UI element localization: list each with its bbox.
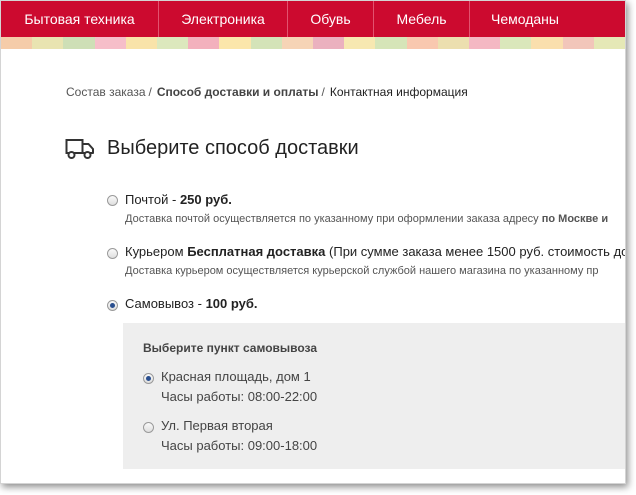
pickup-point-1-address[interactable]: Красная площадь, дом 1 <box>161 369 311 384</box>
stripe-segment <box>63 37 95 49</box>
stripe-segment <box>531 37 563 49</box>
option-name: Почтой <box>125 192 169 207</box>
delivery-pickup-radio[interactable] <box>107 300 118 311</box>
breadcrumb-step-contacts: Контактная информация <box>329 85 468 99</box>
section-header: Выберите способ доставки <box>65 137 359 160</box>
pickup-point-1-radio[interactable] <box>143 373 154 384</box>
delivery-post-description: Доставка почтой осуществляется по указан… <box>125 213 608 225</box>
option-name: Курьером <box>125 244 184 259</box>
stripe-segment <box>219 37 251 49</box>
breadcrumb-separator: / <box>321 85 325 99</box>
nav-item-appliances[interactable]: Бытовая техника <box>1 1 159 37</box>
delivery-pickup-label[interactable]: Самовывоз - 100 руб. <box>125 296 258 311</box>
stripe-segment <box>437 37 470 49</box>
top-navigation: Бытовая техника Электроника Обувь Мебель… <box>1 1 625 37</box>
stripe-segment <box>469 37 501 49</box>
pickup-point-1-hours: Часы работы: 08:00-22:00 <box>161 389 318 404</box>
breadcrumb-step-cart[interactable]: Состав заказа <box>66 85 146 99</box>
option-dash: - <box>194 296 206 311</box>
delivery-courier-radio[interactable] <box>107 248 118 259</box>
nav-item-furniture[interactable]: Мебель <box>374 1 470 37</box>
pickup-point-2-hours: Часы работы: 09:00-18:00 <box>161 438 318 453</box>
stripe-segment <box>375 37 407 49</box>
delivery-courier-label[interactable]: Курьером Бесплатная доставка (При сумме … <box>125 244 626 259</box>
nav-item-shoes[interactable]: Обувь <box>288 1 374 37</box>
stripe-segment <box>250 37 282 49</box>
option-price: 250 руб. <box>179 192 232 207</box>
nav-item-electronics[interactable]: Электроника <box>159 1 288 37</box>
stripe-segment <box>406 37 438 49</box>
delivery-courier-description: Доставка курьером осуществляется курьерс… <box>125 265 599 277</box>
stripe-segment <box>157 37 189 49</box>
breadcrumb-step-delivery[interactable]: Способ доставки и оплаты <box>157 85 319 99</box>
pickup-point-2-address[interactable]: Ул. Первая вторая <box>161 418 273 433</box>
stripe-segment <box>344 37 376 49</box>
stripe-segment <box>125 37 158 49</box>
delivery-post-label[interactable]: Почтой - 250 руб. <box>125 192 232 207</box>
stripe-segment <box>188 37 220 49</box>
nav-item-suitcases[interactable]: Чемоданы <box>470 1 580 37</box>
stripe-segment <box>1 37 33 49</box>
stripe-segment <box>32 37 64 49</box>
pickup-point-2-radio[interactable] <box>143 422 154 433</box>
page-title: Выберите способ доставки <box>107 137 359 159</box>
pickup-panel-title: Выберите пункт самовывоза <box>143 341 318 355</box>
option-dash: - <box>168 192 180 207</box>
breadcrumb: Состав заказа / Способ доставки и оплаты / К… <box>66 85 468 99</box>
truck-icon <box>65 138 94 159</box>
option-name: Самовывоз <box>125 296 194 311</box>
stripe-segment <box>562 37 594 49</box>
description-text: Доставка почтой осуществляется по указан… <box>125 213 539 225</box>
breadcrumb-separator: / <box>148 85 152 99</box>
option-note: (При сумме заказа менее 1500 руб. стоимо… <box>329 244 626 259</box>
decorative-color-stripe <box>1 37 625 49</box>
stripe-segment <box>313 37 345 49</box>
option-price: 100 руб. <box>205 296 258 311</box>
option-price: Бесплатная доставка <box>187 244 326 259</box>
delivery-post-radio[interactable] <box>107 195 118 206</box>
stripe-segment <box>593 37 625 49</box>
stripe-segment <box>94 37 126 49</box>
description-bold-text: по Москве и <box>541 213 609 225</box>
page-frame: Бытовая техника Электроника Обувь Мебель… <box>0 0 626 484</box>
stripe-segment <box>281 37 314 49</box>
stripe-segment <box>500 37 532 49</box>
